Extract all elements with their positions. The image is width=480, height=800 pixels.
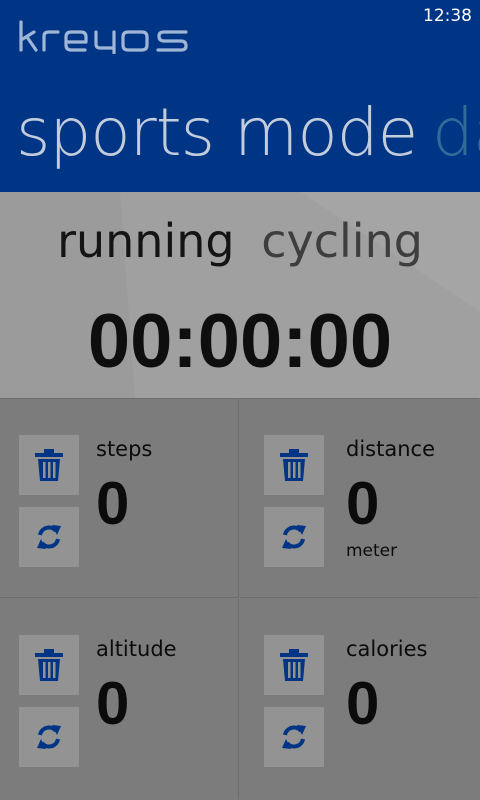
- sync-distance-button[interactable]: [264, 507, 324, 567]
- stopwatch-timer[interactable]: 00:00:00: [0, 298, 480, 385]
- refresh-icon: [37, 725, 61, 749]
- pivot-header: sports mode da: [0, 94, 480, 186]
- stat-label: steps: [96, 437, 153, 461]
- stat-value: 0: [346, 670, 380, 737]
- stat-tile-distance: distance 0 meter: [240, 398, 479, 598]
- reset-altitude-button[interactable]: [19, 635, 79, 695]
- reset-distance-button[interactable]: [264, 435, 324, 495]
- refresh-icon: [282, 525, 306, 549]
- app-header: 12:38 sports mode da: [0, 0, 480, 192]
- stat-unit: meter: [346, 541, 398, 561]
- reset-steps-button[interactable]: [19, 435, 79, 495]
- brand-logo: [18, 20, 190, 58]
- pivot-tab-next[interactable]: da: [432, 94, 480, 171]
- stat-label: calories: [346, 637, 428, 661]
- kreyos-logo-icon: [19, 20, 188, 55]
- stat-label: altitude: [96, 637, 177, 661]
- trash-icon: [280, 449, 308, 481]
- trash-icon: [280, 649, 308, 681]
- stat-value: 0: [96, 470, 130, 537]
- stats-grid: steps 0 distance 0 meter altitude 0 calo…: [0, 398, 480, 800]
- sync-calories-button[interactable]: [264, 707, 324, 767]
- stat-value: 0: [346, 470, 380, 537]
- refresh-icon: [282, 725, 306, 749]
- mode-cycling[interactable]: cycling: [261, 214, 423, 268]
- trash-icon: [35, 449, 63, 481]
- mode-selector: running cycling: [0, 214, 480, 268]
- mode-running[interactable]: running: [57, 214, 235, 268]
- sync-altitude-button[interactable]: [19, 707, 79, 767]
- stat-tile-steps: steps 0: [0, 398, 239, 598]
- trash-icon: [35, 649, 63, 681]
- stat-tile-altitude: altitude 0: [0, 599, 239, 799]
- stat-label: distance: [346, 437, 435, 461]
- reset-calories-button[interactable]: [264, 635, 324, 695]
- pivot-tab-sports-mode[interactable]: sports mode: [16, 94, 418, 171]
- mode-panel: running cycling 00:00:00: [0, 192, 480, 398]
- stat-value: 0: [96, 670, 130, 737]
- sync-steps-button[interactable]: [19, 507, 79, 567]
- stat-tile-calories: calories 0: [240, 599, 479, 799]
- refresh-icon: [37, 525, 61, 549]
- status-clock: 12:38: [423, 6, 472, 26]
